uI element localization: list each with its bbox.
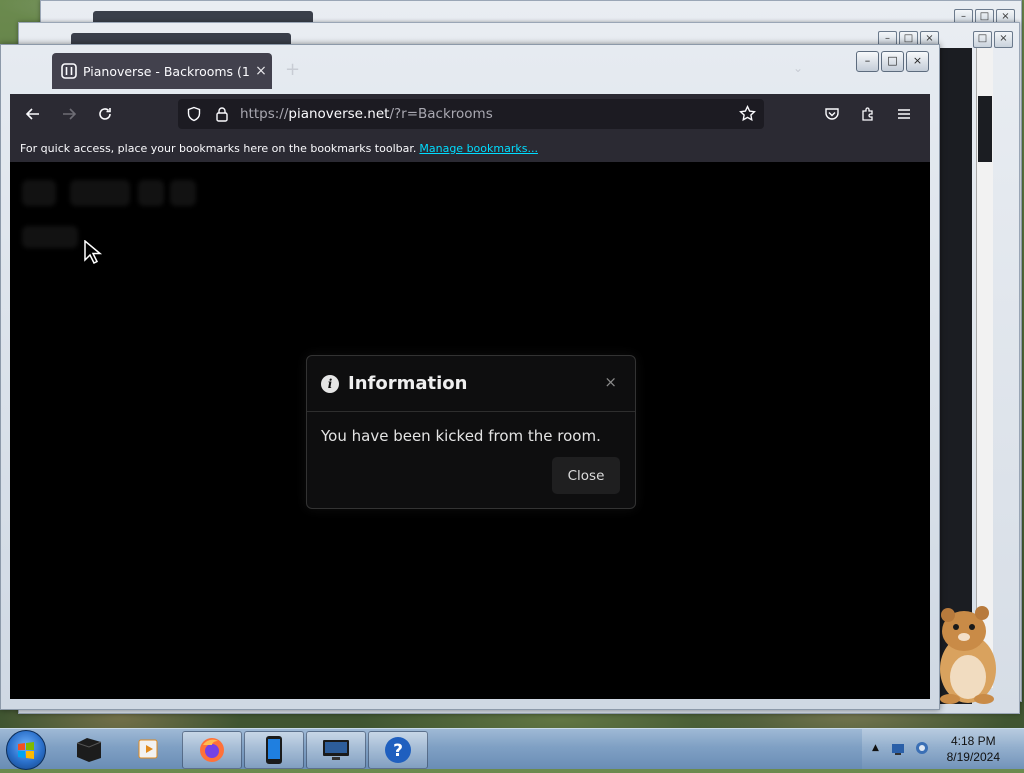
clock-date: 8/19/2024: [946, 750, 1000, 764]
network-icon[interactable]: [890, 740, 906, 756]
system-tray: ▲ 4:18 PM 8/19/2024: [862, 729, 1024, 769]
firefox-icon: [200, 738, 224, 762]
toolbar-right-actions: [814, 94, 922, 134]
tracking-shield-icon[interactable]: [180, 106, 208, 122]
svg-text:?: ?: [393, 741, 403, 761]
url-path: /?r=Backrooms: [389, 106, 493, 122]
bookmarks-message: For quick access, place your bookmarks h…: [20, 141, 417, 155]
dialog-close-icon[interactable]: ×: [604, 373, 617, 391]
taskbar-monitor[interactable]: [306, 731, 366, 769]
information-dialog: i Information × You have been kicked fro…: [306, 355, 636, 509]
tab-pianoverse[interactable]: Pianoverse - Backrooms (1) ×: [52, 53, 272, 89]
dialog-message: You have been kicked from the room.: [321, 427, 601, 445]
back-arrow-icon: [25, 108, 39, 120]
monitor-icon: [323, 740, 349, 760]
blurred-button: [170, 180, 196, 206]
taskbar-clock[interactable]: 4:18 PM 8/19/2024: [947, 733, 1000, 765]
blurred-button: [138, 180, 164, 206]
close-button[interactable]: Close: [552, 457, 620, 494]
dialog-title: Information: [348, 373, 468, 394]
start-button[interactable]: [6, 730, 46, 770]
navigation-toolbar: https://pianoverse.net/?r=Backrooms: [10, 94, 930, 134]
url-text[interactable]: https://pianoverse.net/?r=Backrooms: [240, 106, 493, 122]
hamster-desktop-pet[interactable]: [928, 603, 1004, 707]
bookmarks-toolbar: For quick access, place your bookmarks h…: [10, 134, 930, 162]
extensions-button[interactable]: [850, 94, 886, 134]
show-hidden-icons-icon[interactable]: ▲: [872, 743, 879, 753]
info-icon: i: [321, 374, 339, 393]
volume-icon[interactable]: [914, 740, 930, 756]
taskbar-media-player[interactable]: [120, 731, 178, 767]
blurred-label: [22, 226, 78, 248]
background-window-controls: □ ×: [973, 31, 1013, 48]
maximize-icon[interactable]: □: [973, 31, 992, 48]
phone-icon: [266, 736, 282, 764]
page-content: i Information × You have been kicked fro…: [10, 162, 930, 699]
tab-list-chevron-icon[interactable]: ⌄: [793, 61, 803, 75]
pocket-button[interactable]: [814, 94, 850, 134]
taskbar-folder[interactable]: [60, 731, 118, 767]
mouse-cursor-icon: [84, 240, 103, 264]
media-player-icon: [138, 739, 158, 759]
taskbar: ? ▲ 4:18 PM 8/19/2024: [0, 728, 1024, 770]
tab-close-icon[interactable]: ×: [250, 63, 272, 79]
bookmark-star-icon[interactable]: [739, 104, 756, 126]
lock-icon[interactable]: [208, 106, 236, 122]
windows-logo-icon: [18, 742, 34, 759]
back-button[interactable]: [15, 94, 51, 134]
forward-arrow-icon: [63, 108, 77, 120]
close-icon[interactable]: ×: [906, 51, 929, 72]
taskbar-help[interactable]: ?: [368, 731, 428, 769]
minimize-icon[interactable]: –: [856, 51, 879, 72]
dialog-header: i Information ×: [307, 356, 635, 412]
hamburger-menu-icon: [898, 109, 910, 119]
firefox-window: – □ × Pianoverse - Backrooms (1) × + ⌄ h…: [0, 44, 940, 710]
reload-button[interactable]: [87, 94, 123, 134]
url-scheme: https://: [240, 106, 289, 122]
taskbar-phone[interactable]: [244, 731, 304, 769]
blurred-button: [22, 180, 56, 206]
url-host: pianoverse.net: [288, 106, 390, 122]
pianoverse-logo-icon: [61, 63, 77, 79]
url-bar[interactable]: https://pianoverse.net/?r=Backrooms: [178, 99, 764, 129]
taskbar-firefox[interactable]: [182, 731, 242, 769]
maximize-icon[interactable]: □: [881, 51, 904, 72]
pocket-icon: [825, 108, 839, 120]
close-icon[interactable]: ×: [994, 31, 1013, 48]
window-controls: – □ ×: [856, 51, 929, 72]
puzzle-icon: [862, 107, 873, 121]
help-icon: ?: [385, 737, 411, 763]
app-menu-button[interactable]: [886, 94, 922, 134]
clock-time: 4:18 PM: [950, 734, 996, 748]
new-tab-icon[interactable]: +: [285, 59, 300, 80]
folder-icon: [76, 738, 102, 762]
tab-title: Pianoverse - Backrooms (1): [83, 63, 250, 79]
blurred-button: [70, 180, 130, 206]
scrollbar-thumb[interactable]: [978, 96, 992, 162]
forward-button[interactable]: [51, 94, 87, 134]
manage-bookmarks-link[interactable]: Manage bookmarks...: [419, 142, 538, 155]
reload-icon: [99, 108, 111, 120]
